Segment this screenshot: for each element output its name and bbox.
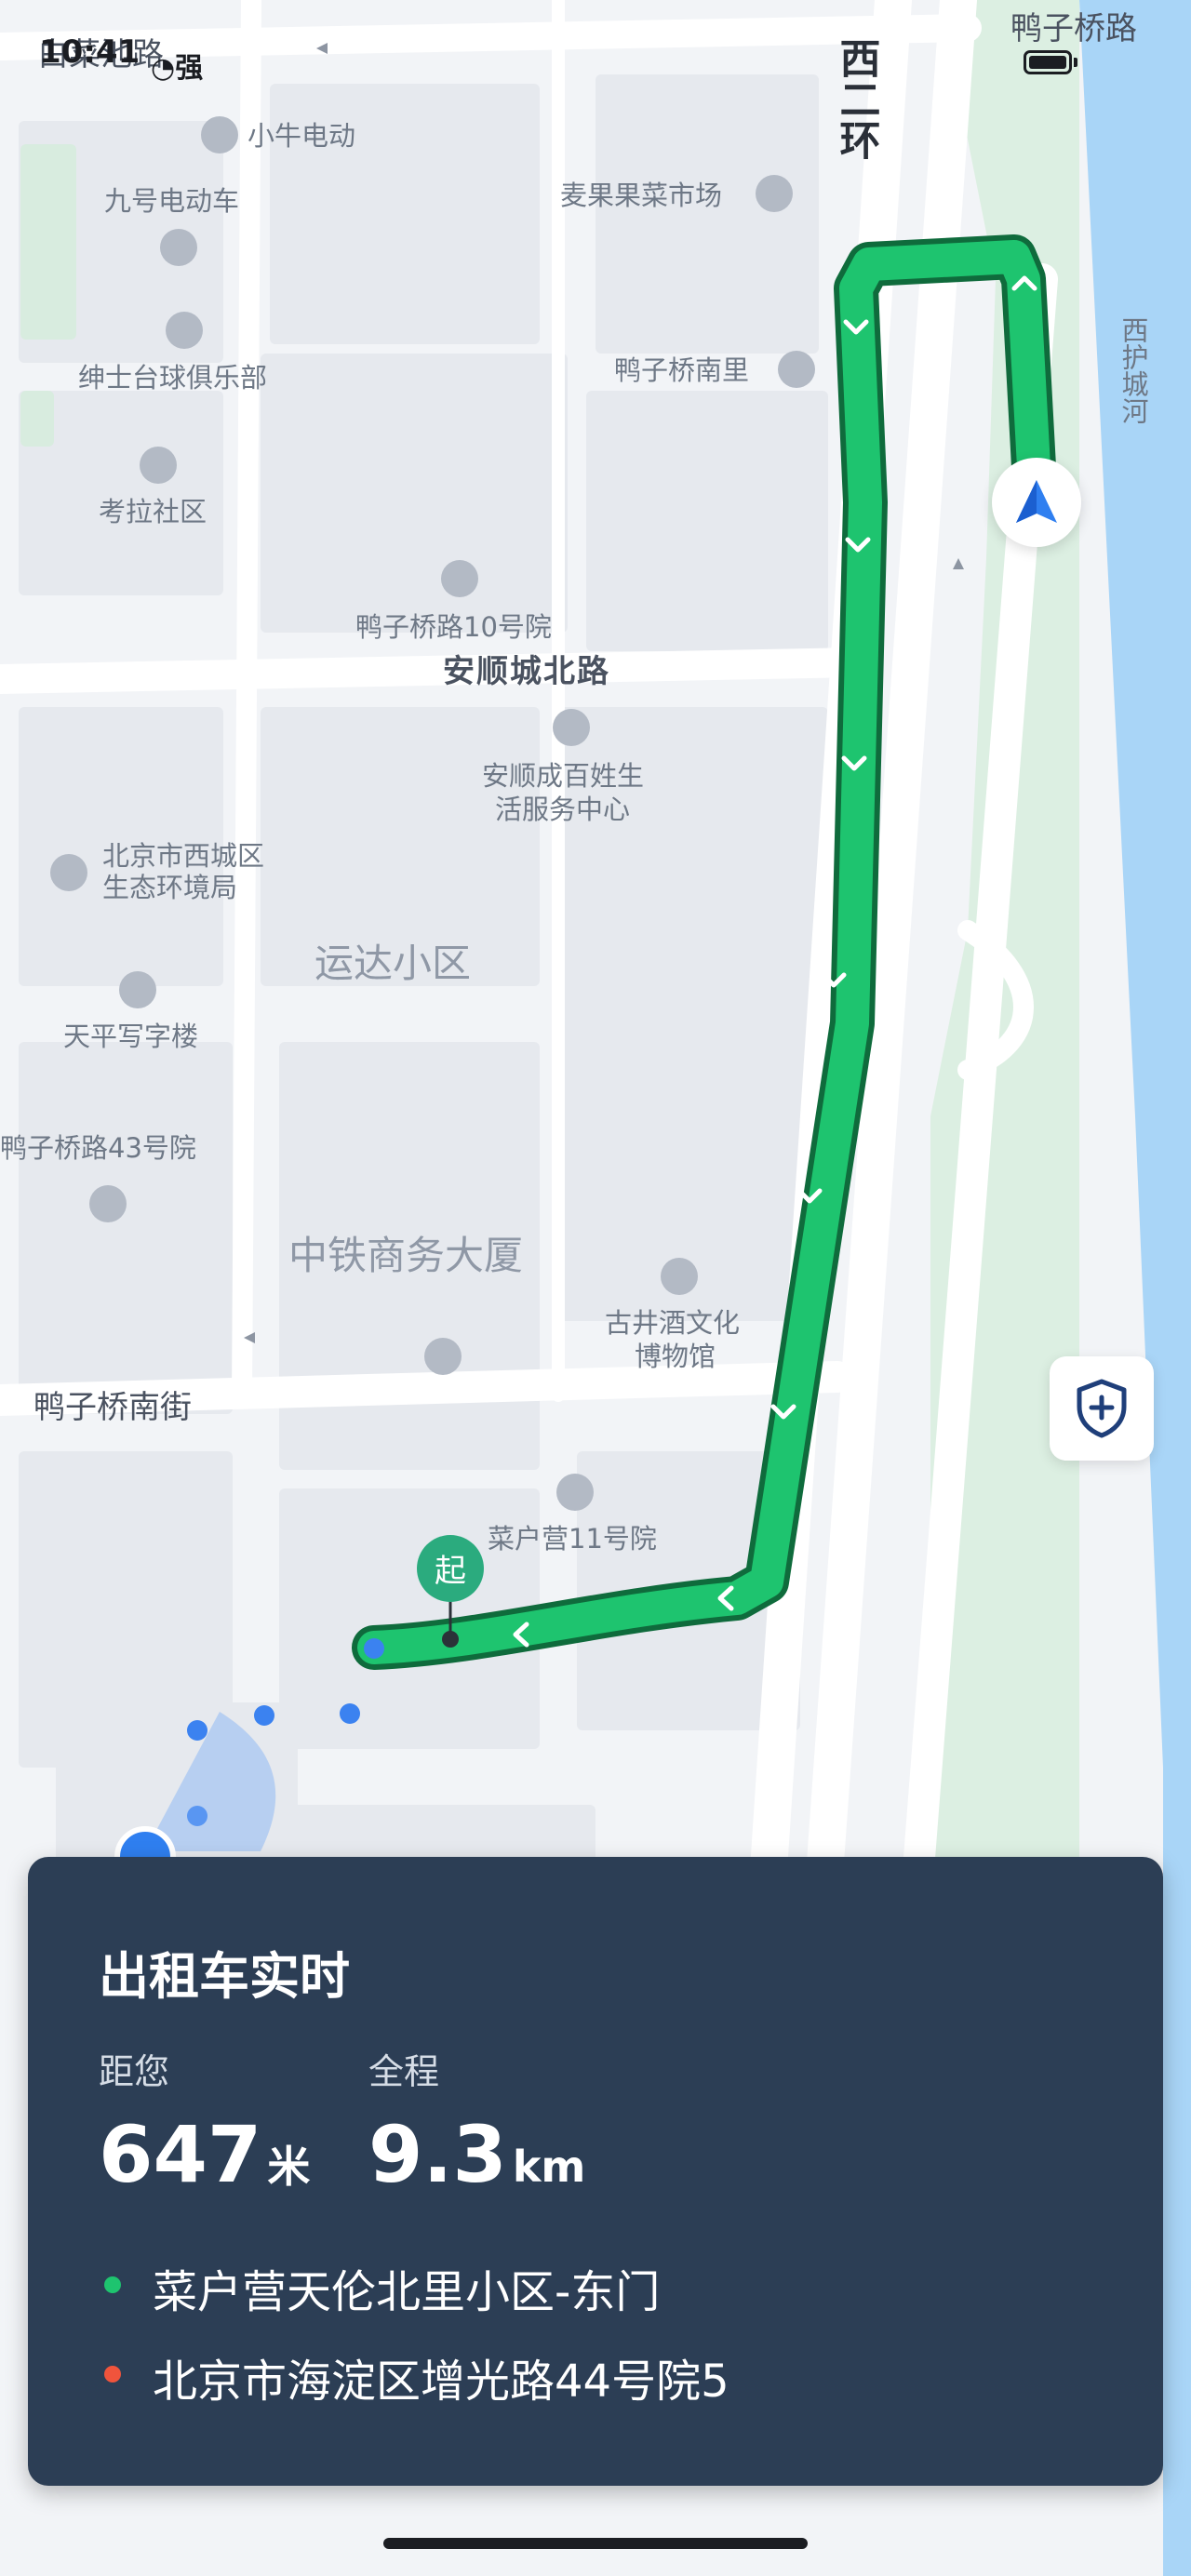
safety-button[interactable]	[1050, 1356, 1154, 1461]
total-unit: km	[512, 2142, 586, 2192]
poi-label: 博物馆	[635, 1341, 716, 1372]
network-icon: ◔	[151, 52, 176, 85]
destination-address: 北京市海淀区增光路44号院5	[153, 2356, 729, 2408]
battery-tip	[1074, 58, 1077, 67]
distance-number: 647	[99, 2109, 262, 2200]
home-indicator[interactable]	[383, 2538, 808, 2549]
poi-label: 鸭子桥南里	[614, 354, 749, 386]
road-label-yazi-bridge-south: 鸭子桥南街	[33, 1389, 192, 1426]
poi-label: 天平写字楼	[63, 1021, 198, 1052]
locate-button[interactable]	[992, 458, 1081, 547]
poi-label: 古井酒文化	[605, 1307, 740, 1339]
road-label-anshuncheng-north: 安顺城北路	[443, 653, 610, 690]
status-signal: ◔强	[151, 45, 203, 86]
poi-label: 小牛电动	[248, 120, 355, 152]
shield-plus-icon	[1077, 1379, 1127, 1438]
road-label-west-second-ring: 西二环	[833, 37, 881, 160]
distance-value: 647 米	[99, 2116, 310, 2194]
origin-address: 菜户营天伦北里小区-东门	[153, 2266, 661, 2318]
poi-label: 北京市西城区	[102, 840, 264, 872]
distance-unit: 米	[267, 2142, 311, 2192]
distance-label: 距您	[99, 2051, 170, 2092]
poi-label: 鸭子桥路43号院	[0, 1132, 196, 1164]
poi-label: 菜户营11号院	[488, 1523, 657, 1555]
trip-info-card[interactable]: 出租车实时 距您 647 米 全程 9.3 km 菜户营天伦北里小区-东门 北京市海…	[28, 1857, 1163, 2486]
poi-label: 九号电动车	[104, 185, 239, 217]
destination-dot	[104, 2366, 121, 2382]
total-number: 9.3	[368, 2109, 507, 2200]
poi-label: 安顺成百姓生	[482, 760, 644, 792]
trip-card-title: 出租车实时	[99, 1947, 350, 2006]
battery-icon	[1024, 50, 1072, 74]
road-label-yazi-bridge-road: 鸭子桥路	[1010, 10, 1137, 47]
poi-label: 生态环境局	[102, 872, 237, 903]
origin-dot	[104, 2276, 121, 2293]
navigation-arrow-icon	[1016, 480, 1057, 523]
area-label-yunda: 运达小区	[314, 941, 471, 986]
poi-label: 麦果果菜市场	[560, 180, 722, 211]
area-label-zhongtie: 中铁商务大厦	[288, 1233, 523, 1278]
poi-label: 绅士台球俱乐部	[78, 362, 267, 394]
poi-label: 考拉社区	[99, 496, 207, 527]
poi-label: 活服务中心	[495, 794, 630, 825]
status-time: 10:41	[39, 33, 141, 71]
signal-label: 强	[175, 52, 204, 85]
total-label: 全程	[368, 2051, 440, 2092]
start-marker-label: 起	[435, 1553, 466, 1590]
poi-label: 鸭子桥路10号院	[355, 611, 552, 643]
river-label-moat: 西护城河	[1117, 316, 1149, 424]
total-value: 9.3 km	[368, 2116, 585, 2194]
